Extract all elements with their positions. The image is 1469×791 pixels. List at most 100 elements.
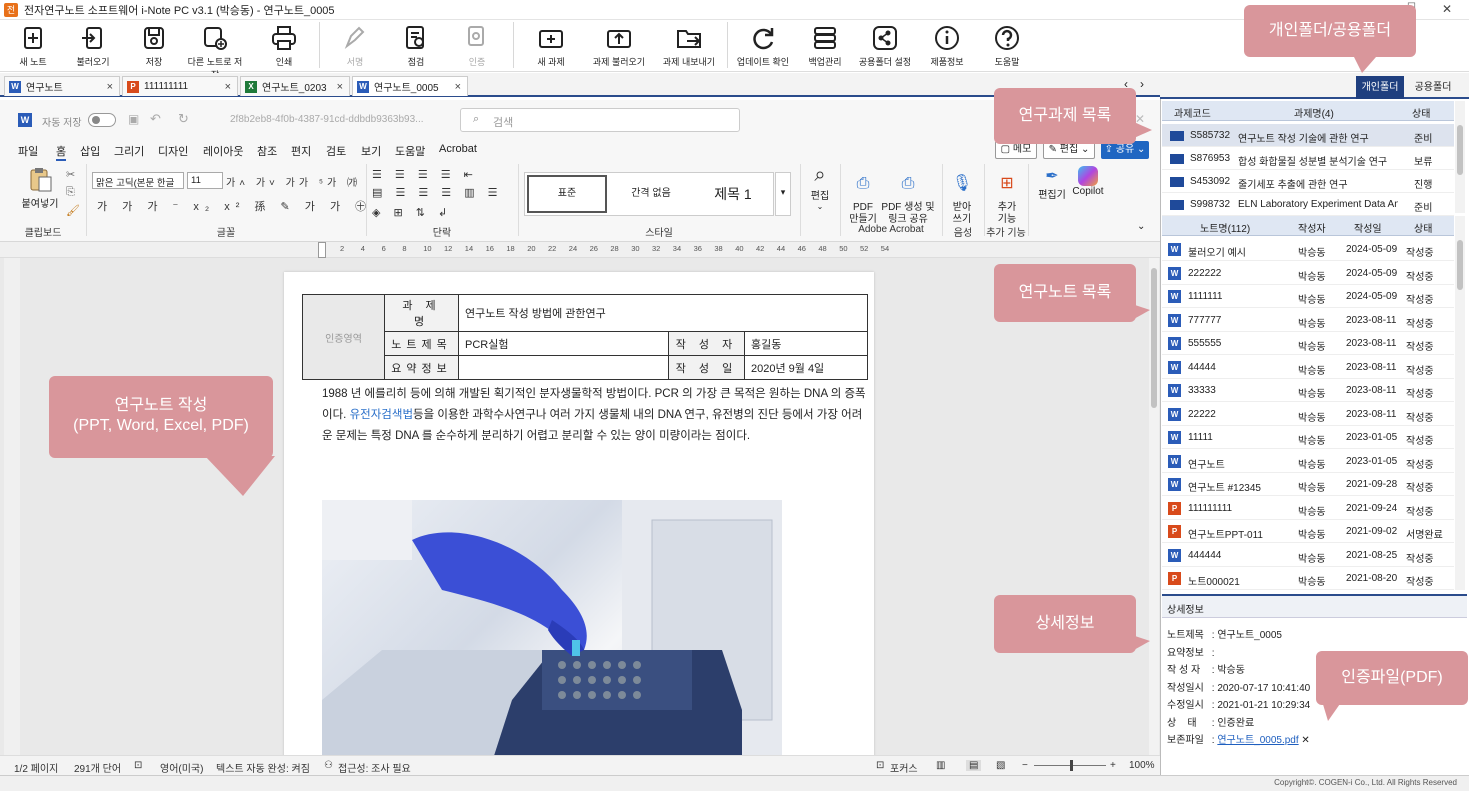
project-row[interactable]: S876953 합성 화합물질 성분별 분석기술 연구 보류 — [1162, 147, 1454, 170]
author-value[interactable]: 홍길동 — [744, 331, 868, 356]
tab-close-icon[interactable]: × — [337, 81, 343, 93]
tab-close-icon[interactable]: × — [107, 81, 113, 93]
tab-close-icon[interactable]: × — [455, 81, 461, 93]
menu-7[interactable]: 편지 — [291, 143, 311, 159]
projects-scrollbar[interactable] — [1455, 101, 1465, 213]
proofing-icon[interactable]: ⊡ — [134, 760, 142, 771]
paste-button[interactable]: 붙여넣기 — [20, 166, 60, 210]
accessibility-status[interactable]: 접근성: 조사 필요 — [338, 760, 411, 775]
menu-2[interactable]: 삽입 — [80, 143, 100, 159]
toolbar-button-certify[interactable]: 인증 — [446, 24, 508, 68]
toolbar-button-import[interactable]: 불러오기 — [62, 24, 124, 68]
toolbar-button-project-import[interactable]: 과제 불러오기 — [588, 24, 650, 68]
menu-9[interactable]: 보기 — [361, 143, 381, 159]
ribbon-collapse-icon[interactable]: ⌄ — [1137, 221, 1145, 232]
notes-header-name[interactable]: 노트명(112) — [1200, 220, 1250, 235]
menu-1[interactable]: 홈 — [56, 143, 67, 161]
styles-gallery[interactable]: 표준 간격 없음 제목 1 — [524, 172, 774, 216]
toolbar-button-new-note[interactable]: 새 노트 — [2, 24, 64, 68]
font-size-select[interactable]: 11 — [187, 172, 223, 189]
doc-tab[interactable]: P 111111111 × — [122, 76, 238, 96]
toolbar-button-new-project[interactable]: 새 과제 — [520, 24, 582, 68]
language[interactable]: 영어(미국) — [160, 760, 203, 775]
notes-header-status[interactable]: 상태 — [1414, 220, 1432, 235]
format-painter-icon[interactable]: 🖌 — [66, 204, 80, 217]
project-row[interactable]: S453092 줄기세포 추출에 관한 연구 진행 — [1162, 170, 1454, 193]
note-row[interactable]: W 불러오기 예시 박승동 2024-05-09 작성중 — [1162, 238, 1454, 261]
note-row[interactable]: W 연구노트 박승동 2023-01-05 작성중 — [1162, 450, 1454, 473]
find-button[interactable]: ⌕ 편집 ⌄ — [806, 164, 834, 211]
tab-shared-folder[interactable]: 공용폴더 — [1408, 76, 1458, 99]
menu-3[interactable]: 그리기 — [114, 143, 144, 159]
save-small-icon[interactable]: ▣ — [128, 112, 139, 126]
focus-mode[interactable]: 포커스 — [890, 760, 918, 775]
zoom-slider[interactable] — [1034, 760, 1106, 771]
font-format-buttons[interactable]: 가 가 가 ⁻ x₂ x² 孫 ✎ 가 가 ㊉ — [97, 198, 372, 214]
style-normal[interactable]: 표준 — [527, 175, 607, 213]
menu-6[interactable]: 참조 — [257, 143, 277, 159]
shading-border-buttons[interactable]: ◈ ⊞ ⇅ ↲ — [372, 206, 452, 219]
note-row[interactable]: P 연구노트PPT-011 박승동 2021-09-02 서명완료 — [1162, 520, 1454, 543]
font-size-buttons[interactable]: 가˄ 가˅ 가가 ⁵가 ㈎ — [226, 174, 361, 189]
copy-icon[interactable]: ⎘ — [66, 186, 75, 199]
notes-header-date[interactable]: 작성일 — [1354, 220, 1382, 235]
editor-button[interactable]: ✒ 편집기 — [1034, 166, 1070, 201]
note-title-value[interactable]: PCR실험 — [458, 331, 669, 356]
projects-header-status[interactable]: 상태 — [1412, 105, 1430, 120]
notes-header-author[interactable]: 작성자 — [1298, 220, 1326, 235]
toolbar-button-info[interactable]: 제품정보 — [916, 24, 978, 68]
search-box[interactable]: ⌕ 검색 — [460, 108, 740, 132]
toolbar-button-sign[interactable]: 서명 — [324, 24, 386, 68]
remove-file-icon[interactable]: ✕ — [1299, 735, 1309, 746]
doc-tab[interactable]: W 연구노트 × — [4, 76, 120, 96]
copilot-button[interactable]: Copilot — [1068, 166, 1108, 197]
read-mode-icon[interactable]: ▥ — [936, 760, 945, 771]
tab-personal-folder[interactable]: 개인폴더 — [1356, 76, 1404, 99]
toolbar-button-share[interactable]: 공용폴더 설정 — [854, 24, 916, 68]
tab-close-icon[interactable]: × — [225, 81, 231, 93]
menu-8[interactable]: 검토 — [326, 143, 346, 159]
toolbar-button-project-export[interactable]: 과제 내보내기 — [658, 24, 720, 68]
align-buttons[interactable]: ▤ ☰ ☰ ☰ ▥ ☰ — [372, 186, 503, 199]
print-layout-icon[interactable]: ▤ — [966, 760, 982, 771]
note-row[interactable]: W 777777 박승동 2023-08-11 작성중 — [1162, 309, 1454, 332]
cut-icon[interactable]: ✂ — [66, 168, 75, 181]
menu-4[interactable]: 디자인 — [158, 143, 188, 159]
project-row[interactable]: S585732 연구노트 작성 기술에 관한 연구 준비 — [1162, 124, 1454, 147]
note-row[interactable]: W 555555 박승동 2023-08-11 작성중 — [1162, 332, 1454, 355]
note-row[interactable]: W 22222 박승동 2023-08-11 작성중 — [1162, 403, 1454, 426]
document-body[interactable]: 1988 년 에를리히 등에 의해 개발된 획기적인 분자생물학적 방법이다. … — [322, 384, 870, 447]
zoom-out-icon[interactable]: − — [1022, 760, 1028, 771]
preserved-file-link[interactable]: 연구노트_0005.pdf — [1217, 735, 1298, 746]
body-link[interactable]: 유전자검색법 — [350, 409, 413, 421]
project-value[interactable]: 연구노트 작성 방법에 관한연구 — [458, 294, 868, 332]
notes-scrollbar[interactable] — [1455, 216, 1465, 590]
list-buttons[interactable]: ☰ ☰ ☰ ☰ ⇤ — [372, 168, 478, 181]
toolbar-button-help[interactable]: 도움말 — [976, 24, 1038, 68]
toolbar-button-inspect[interactable]: 점검 — [385, 24, 447, 68]
doc-tab[interactable]: W 연구노트_0005 × — [352, 76, 468, 96]
autosave-toggle[interactable] — [88, 113, 116, 127]
doc-tab[interactable]: X 연구노트_0203 × — [240, 76, 350, 96]
toolbar-button-save[interactable]: 저장 — [123, 24, 185, 68]
font-name-select[interactable]: 맑은 고딕(본문 한글 — [92, 172, 184, 189]
toolbar-button-print[interactable]: 인쇄 — [253, 24, 315, 68]
note-row[interactable]: P 111111111 박승동 2021-09-24 작성중 — [1162, 497, 1454, 520]
menu-0[interactable]: 파일 — [18, 143, 38, 159]
word-count[interactable]: 291개 단어 — [74, 760, 121, 775]
note-row[interactable]: W 1111111 박승동 2024-05-09 작성중 — [1162, 285, 1454, 308]
styles-more-button[interactable]: ▾ — [775, 172, 791, 216]
style-heading-1[interactable]: 제목 1 — [693, 175, 773, 213]
projects-header-code[interactable]: 과제코드 — [1174, 105, 1211, 120]
page-count[interactable]: 1/2 페이지 — [14, 760, 58, 775]
date-value[interactable]: 2020년 9월 4일 — [744, 355, 868, 380]
menu-5[interactable]: 레이아웃 — [203, 143, 243, 159]
note-row[interactable]: W 연구노트 #12345 박승동 2021-09-28 작성중 — [1162, 473, 1454, 496]
menu-11[interactable]: Acrobat — [439, 143, 477, 155]
ruler-indent-marker[interactable] — [318, 242, 326, 258]
note-row[interactable]: W 33333 박승동 2023-08-11 작성중 — [1162, 379, 1454, 402]
close-icon[interactable]: ✕ — [1442, 2, 1452, 16]
toolbar-button-backup[interactable]: 백업관리 — [794, 24, 856, 68]
document-scrollbar[interactable] — [1149, 258, 1159, 755]
menu-10[interactable]: 도움말 — [395, 143, 425, 159]
